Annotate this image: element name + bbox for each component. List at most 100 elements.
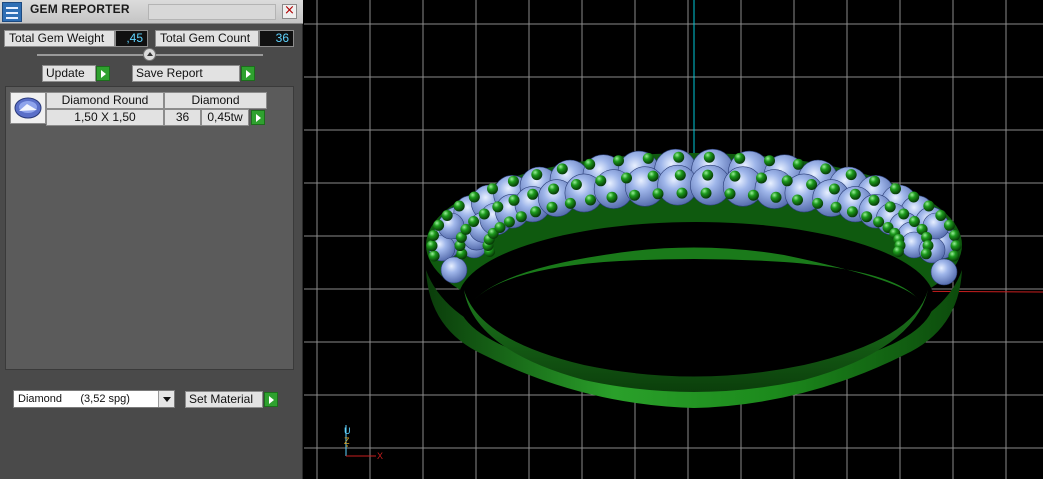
prong-bead: [764, 155, 775, 167]
prong-bead: [527, 188, 539, 200]
material-select[interactable]: Diamond (3,52 spg): [13, 390, 175, 408]
prong-bead: [770, 191, 782, 203]
prong-bead: [585, 194, 596, 206]
prong-bead: [673, 151, 685, 163]
total-gem-weight-value: ,45: [115, 30, 148, 47]
window-title: GEM REPORTER: [30, 2, 130, 16]
prong-bead: [873, 216, 885, 228]
prong-bead: [595, 175, 607, 187]
prong-bead: [629, 189, 641, 201]
prong-bead: [868, 194, 880, 206]
prong-bead: [468, 216, 480, 227]
prong-bead: [812, 197, 824, 209]
prong-bead: [849, 188, 861, 200]
prong-bead: [781, 175, 793, 187]
prong-bead: [806, 179, 818, 190]
prong-bead: [861, 211, 873, 223]
prong-bead: [508, 194, 520, 206]
update-play-arrow-icon[interactable]: [96, 66, 110, 81]
chevron-down-icon[interactable]: [158, 391, 174, 407]
gem-reporter-panel: GEM REPORTER × Total Gem Weight ,45 Tota…: [0, 0, 303, 479]
prong-bead: [898, 208, 910, 220]
prong-bead: [756, 172, 767, 184]
prong-bead: [642, 152, 654, 164]
prong-bead: [700, 187, 712, 199]
prong-bead: [950, 240, 962, 252]
prong-bead: [943, 219, 955, 231]
prong-bead: [845, 169, 857, 181]
gem-stone: [930, 258, 958, 286]
slider-handle[interactable]: [143, 48, 156, 61]
prong-bead: [820, 163, 832, 175]
prong-bead: [792, 194, 803, 206]
title-bar[interactable]: GEM REPORTER ×: [0, 0, 303, 24]
prong-bead: [478, 208, 490, 220]
ring-model[interactable]: [426, 148, 962, 408]
prong-bead: [428, 250, 440, 262]
prong-bead: [724, 188, 736, 200]
gem-weight-cell[interactable]: 0,45tw: [201, 109, 249, 126]
set-material-play-arrow-icon[interactable]: [264, 392, 278, 407]
gem-size-cell[interactable]: 1,50 X 1,50: [46, 109, 164, 126]
gem-list: [5, 86, 294, 370]
material-select-value: Diamond (3,52 spg): [18, 393, 130, 405]
prong-bead: [492, 201, 504, 213]
prong-bead: [923, 200, 935, 212]
prong-bead: [556, 163, 568, 175]
prong-bead: [606, 191, 618, 203]
save-report-play-arrow-icon[interactable]: [241, 66, 255, 81]
round-diamond-thumbnail[interactable]: [10, 92, 46, 124]
prong-bead: [441, 210, 453, 221]
gem-header-material: Diamond: [164, 92, 267, 109]
prong-bead: [531, 169, 543, 181]
x-axis-label: X: [377, 451, 383, 461]
prong-bead: [674, 169, 686, 181]
gem-reporter-icon: [2, 2, 22, 22]
prong-bead: [564, 197, 576, 209]
prong-bead: [890, 183, 901, 195]
prong-bead: [830, 201, 842, 213]
3d-scene: U Z X: [304, 0, 1043, 479]
prong-bead: [792, 158, 804, 170]
diamond-thumbnail-icon: [14, 97, 42, 119]
save-report-button[interactable]: Save Report: [132, 65, 240, 82]
prong-bead: [468, 191, 480, 203]
prong-bead: [846, 206, 858, 218]
prong-bead: [530, 206, 542, 218]
prong-bead: [676, 187, 688, 199]
prong-bead: [734, 152, 746, 164]
gem-stone: [440, 256, 468, 284]
gem-row-play-arrow-icon[interactable]: [251, 110, 265, 125]
axis-triad: U Z X: [344, 425, 383, 461]
prong-bead: [869, 175, 881, 187]
gem-header-name: Diamond Round: [46, 92, 164, 109]
prong-bead: [702, 169, 714, 181]
prong-bead: [453, 200, 465, 212]
close-icon[interactable]: ×: [282, 4, 297, 19]
prong-bead: [546, 201, 558, 213]
prong-bead: [908, 216, 920, 227]
total-gem-weight-label: Total Gem Weight: [4, 30, 115, 47]
gem-count-cell[interactable]: 36: [164, 109, 201, 126]
prong-bead: [613, 155, 624, 167]
prong-bead: [570, 179, 582, 190]
prong-bead: [515, 211, 527, 223]
prong-bead: [935, 210, 947, 221]
total-gem-count-value: 36: [259, 30, 294, 47]
prong-bead: [703, 151, 715, 163]
prong-bead: [948, 250, 960, 262]
prong-bead: [433, 219, 445, 231]
prong-bead: [428, 230, 439, 241]
prong-bead: [426, 240, 438, 252]
prong-bead: [460, 223, 472, 235]
prong-bead: [949, 230, 960, 241]
prong-bead: [828, 183, 840, 195]
3d-viewport[interactable]: U Z X: [304, 0, 1043, 479]
prong-bead: [503, 216, 515, 228]
total-gem-count-label: Total Gem Count: [155, 30, 259, 47]
set-material-button[interactable]: Set Material: [185, 391, 263, 408]
update-button[interactable]: Update: [42, 65, 96, 82]
prong-bead: [652, 188, 664, 200]
prong-bead: [507, 175, 519, 187]
z-axis-label: Z: [344, 436, 350, 446]
